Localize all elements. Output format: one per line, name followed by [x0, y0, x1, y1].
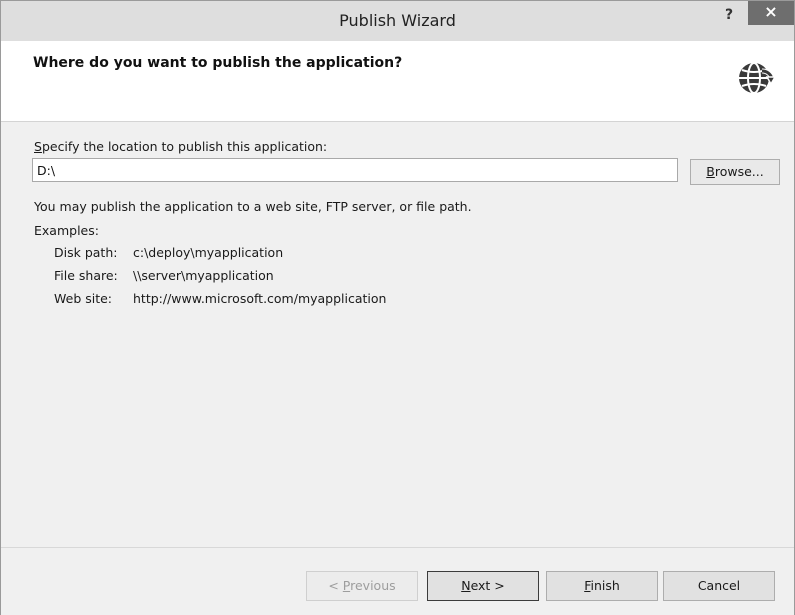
- help-button[interactable]: ?: [717, 3, 741, 27]
- example-key: File share:: [54, 268, 118, 283]
- wizard-footer: < Previous Next > Finish Cancel: [1, 547, 794, 615]
- example-key: Disk path:: [54, 245, 118, 260]
- next-button[interactable]: Next >: [427, 571, 539, 601]
- example-value: c:\deploy\myapplication: [133, 245, 284, 260]
- globe-publish-icon: [739, 62, 776, 94]
- example-value: http://www.microsoft.com/myapplication: [133, 291, 387, 306]
- browse-button[interactable]: Browse...: [690, 159, 780, 185]
- examples-label: Examples:: [34, 223, 99, 238]
- location-label: Specify the location to publish this app…: [34, 139, 328, 154]
- example-value: \\server\myapplication: [133, 268, 274, 283]
- close-icon: ×: [764, 2, 778, 21]
- finish-button[interactable]: Finish: [546, 571, 658, 601]
- window-title: Publish Wizard: [339, 11, 456, 30]
- publish-wizard-window: Publish Wizard ? × Where do you want to …: [0, 0, 795, 615]
- previous-button[interactable]: < Previous: [306, 571, 418, 601]
- cancel-button[interactable]: Cancel: [663, 571, 775, 601]
- close-button[interactable]: ×: [748, 1, 794, 25]
- page-title: Where do you want to publish the applica…: [33, 55, 403, 71]
- title-bar[interactable]: Publish Wizard ? ×: [1, 1, 794, 41]
- location-input[interactable]: [32, 158, 678, 182]
- hint-text: You may publish the application to a web…: [34, 199, 472, 214]
- example-key: Web site:: [54, 291, 113, 306]
- wizard-content: Specify the location to publish this app…: [1, 122, 794, 547]
- wizard-header: Where do you want to publish the applica…: [1, 41, 794, 122]
